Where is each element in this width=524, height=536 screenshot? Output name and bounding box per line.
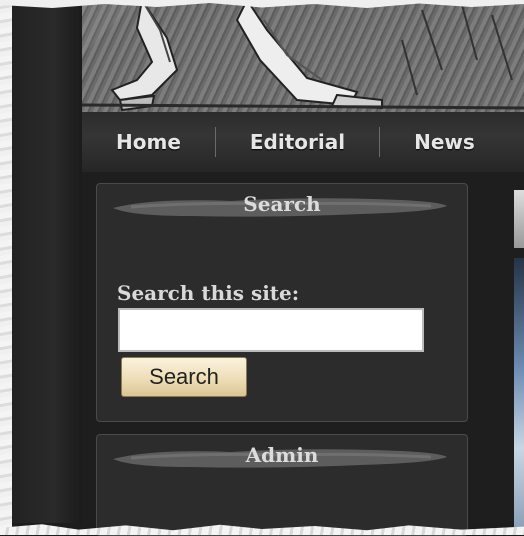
admin-block: Admin <box>96 434 468 536</box>
side-strip <box>12 0 82 523</box>
main-navigation: Home Editorial News <box>82 112 524 172</box>
search-button[interactable]: Search <box>121 357 247 397</box>
search-block: Search Search this site: Search <box>96 183 468 422</box>
search-input[interactable] <box>118 308 424 352</box>
content-feature-image[interactable] <box>514 258 524 530</box>
nav-editorial-link[interactable]: Editorial <box>216 130 379 154</box>
header-illustration <box>82 0 524 112</box>
content-thumbnail-image[interactable] <box>514 190 524 248</box>
admin-block-title: Admin <box>245 443 319 467</box>
search-field-label: Search this site: <box>117 281 300 305</box>
header-figure-art <box>82 0 524 112</box>
torn-paper-left-edge <box>0 0 12 535</box>
search-block-title: Search <box>243 192 321 216</box>
nav-home-link[interactable]: Home <box>82 130 215 154</box>
nav-news-link[interactable]: News <box>380 130 509 154</box>
